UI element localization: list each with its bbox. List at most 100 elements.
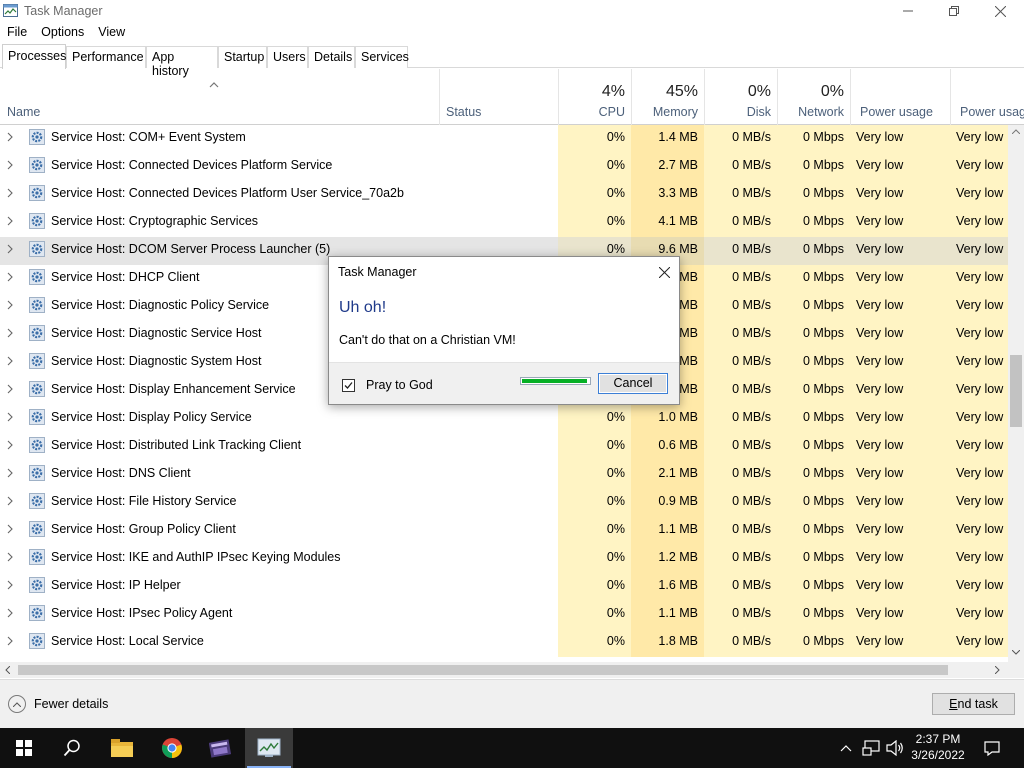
pray-checkbox[interactable] bbox=[342, 379, 355, 392]
expand-chevron-icon[interactable] bbox=[7, 216, 13, 226]
table-row[interactable]: Service Host: IPsec Policy Agent 0% 1.1 MB… bbox=[0, 601, 1008, 629]
expand-chevron-icon[interactable] bbox=[7, 160, 13, 170]
tab-details[interactable]: Details bbox=[308, 46, 355, 68]
expand-chevron-icon[interactable] bbox=[7, 552, 13, 562]
expand-chevron-icon[interactable] bbox=[7, 272, 13, 282]
header-disk-label: Disk bbox=[746, 105, 771, 119]
disk-cell: 0 MB/s bbox=[704, 349, 777, 377]
cancel-button[interactable]: Cancel bbox=[598, 373, 668, 394]
table-row[interactable]: Service Host: IP Helper 0% 1.6 MB 0 MB/s 0 M… bbox=[0, 573, 1008, 601]
task-manager-taskbar-button[interactable] bbox=[245, 728, 293, 768]
cpu-cell: 0% bbox=[558, 517, 631, 545]
table-row[interactable]: Service Host: COM+ Event System 0% 1.4 MB 0… bbox=[0, 125, 1008, 153]
process-name: Service Host: DNS Client bbox=[51, 466, 191, 480]
header-power-usage[interactable]: Power usage bbox=[850, 69, 950, 125]
fewer-details-toggle[interactable]: Fewer details bbox=[8, 695, 108, 713]
tab-processes[interactable]: Processes bbox=[2, 44, 66, 69]
power-usage-cell: Very low bbox=[850, 209, 950, 237]
scroll-up-icon[interactable] bbox=[1012, 129, 1020, 134]
service-host-icon bbox=[29, 241, 45, 257]
expand-chevron-icon[interactable] bbox=[7, 524, 13, 534]
tab-users[interactable]: Users bbox=[267, 46, 308, 68]
table-row[interactable]: Service Host: Cryptographic Services 0% 4.… bbox=[0, 209, 1008, 237]
expand-chevron-icon[interactable] bbox=[7, 580, 13, 590]
scroll-left-icon[interactable] bbox=[5, 666, 10, 674]
cpu-cell: 0% bbox=[558, 405, 631, 433]
scroll-right-icon[interactable] bbox=[995, 666, 1000, 674]
vertical-scroll-thumb[interactable] bbox=[1010, 355, 1022, 427]
expand-chevron-icon[interactable] bbox=[7, 636, 13, 646]
vertical-scrollbar[interactable] bbox=[1008, 125, 1024, 662]
volume-tray-button[interactable] bbox=[884, 728, 906, 768]
header-memory-label: Memory bbox=[652, 105, 698, 119]
tab-startup[interactable]: Startup bbox=[218, 46, 267, 68]
header-cpu-label: CPU bbox=[598, 105, 625, 119]
network-tray-button[interactable] bbox=[860, 728, 882, 768]
show-hidden-icons-button[interactable] bbox=[836, 728, 856, 768]
header-cpu[interactable]: 4% CPU bbox=[558, 69, 631, 125]
dialog-close-button[interactable] bbox=[655, 263, 673, 281]
horizontal-scrollbar[interactable] bbox=[0, 662, 1008, 678]
expand-chevron-icon[interactable] bbox=[7, 608, 13, 618]
network-cell: 0 Mbps bbox=[777, 461, 850, 489]
expand-chevron-icon[interactable] bbox=[7, 468, 13, 478]
dialog-footer: Pray to God Cancel bbox=[329, 362, 679, 404]
expand-chevron-icon[interactable] bbox=[7, 300, 13, 310]
pray-checkbox-label[interactable]: Pray to God bbox=[366, 378, 433, 392]
taskbar-clock[interactable]: 2:37 PM 3/26/2022 bbox=[906, 731, 970, 763]
process-name: Service Host: Distributed Link Tracking … bbox=[51, 438, 302, 452]
expand-chevron-icon[interactable] bbox=[7, 356, 13, 366]
header-network-label: Network bbox=[798, 105, 844, 119]
expand-chevron-icon[interactable] bbox=[7, 328, 13, 338]
menu-options[interactable]: Options bbox=[34, 23, 91, 43]
minimize-button[interactable] bbox=[885, 0, 931, 22]
expand-chevron-icon[interactable] bbox=[7, 244, 13, 254]
search-button[interactable] bbox=[48, 728, 96, 768]
chrome-button[interactable] bbox=[148, 728, 196, 768]
video-app-button[interactable] bbox=[196, 728, 244, 768]
expand-chevron-icon[interactable] bbox=[7, 132, 13, 142]
restore-button[interactable] bbox=[931, 0, 977, 22]
title-bar: Task Manager bbox=[0, 0, 1024, 22]
close-icon bbox=[658, 266, 670, 278]
power-usage-cell: Very low bbox=[850, 461, 950, 489]
table-row[interactable]: Service Host: IKE and AuthIP IPsec Keyin… bbox=[0, 545, 1008, 573]
expand-chevron-icon[interactable] bbox=[7, 496, 13, 506]
table-row[interactable]: Service Host: Group Policy Client 0% 1.1 M… bbox=[0, 517, 1008, 545]
start-button[interactable] bbox=[0, 728, 48, 768]
table-row[interactable]: Service Host: Distributed Link Tracking … bbox=[0, 433, 1008, 461]
power-usage-trend-cell: Very low bbox=[950, 209, 1008, 237]
tab-services[interactable]: Services bbox=[355, 46, 409, 68]
header-disk[interactable]: 0% Disk bbox=[704, 69, 777, 125]
tab-performance[interactable]: Performance bbox=[66, 46, 146, 68]
network-cell: 0 Mbps bbox=[777, 349, 850, 377]
table-row[interactable]: Service Host: Display Policy Service 0% 1.… bbox=[0, 405, 1008, 433]
close-button[interactable] bbox=[977, 0, 1023, 22]
header-memory[interactable]: 45% Memory bbox=[631, 69, 704, 125]
table-row[interactable]: Service Host: Connected Devices Platform… bbox=[0, 153, 1008, 181]
scroll-down-icon[interactable] bbox=[1012, 650, 1020, 655]
menu-view[interactable]: View bbox=[91, 23, 132, 43]
menu-file[interactable]: File bbox=[0, 23, 34, 43]
expand-chevron-icon[interactable] bbox=[7, 188, 13, 198]
tab-app-history[interactable]: App history bbox=[146, 46, 218, 78]
header-power-usage-trend[interactable]: Power usage trend bbox=[950, 69, 1024, 125]
expand-chevron-icon[interactable] bbox=[7, 412, 13, 422]
file-explorer-button[interactable] bbox=[98, 728, 146, 768]
header-name[interactable]: Name bbox=[0, 69, 439, 125]
header-network[interactable]: 0% Network bbox=[777, 69, 850, 125]
table-row[interactable]: Service Host: Connected Devices Platform… bbox=[0, 181, 1008, 209]
table-row[interactable]: Service Host: File History Service 0% 0.9 … bbox=[0, 489, 1008, 517]
expand-chevron-icon[interactable] bbox=[7, 384, 13, 394]
header-status[interactable]: Status bbox=[439, 69, 558, 125]
cpu-cell: 0% bbox=[558, 545, 631, 573]
action-center-button[interactable] bbox=[978, 728, 1006, 768]
table-row[interactable]: Service Host: DNS Client 0% 2.1 MB 0 MB/s 0 … bbox=[0, 461, 1008, 489]
power-usage-cell: Very low bbox=[850, 265, 950, 293]
cpu-total: 4% bbox=[601, 83, 625, 100]
table-row[interactable]: Service Host: Local Service 0% 1.8 MB 0 MB/… bbox=[0, 629, 1008, 657]
horizontal-scroll-thumb[interactable] bbox=[18, 665, 948, 675]
expand-chevron-icon[interactable] bbox=[7, 440, 13, 450]
end-task-button[interactable]: End task bbox=[932, 693, 1015, 715]
service-host-icon bbox=[29, 493, 45, 509]
